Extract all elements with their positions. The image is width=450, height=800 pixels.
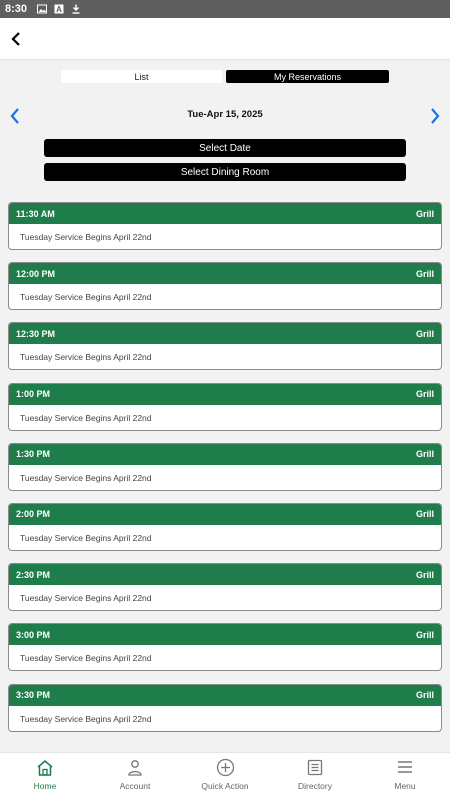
time-slot-header: 2:00 PM Grill <box>9 503 441 525</box>
directory-icon <box>307 759 323 775</box>
nav-account-label: Account <box>119 781 151 791</box>
slot-time: 2:00 PM <box>16 509 51 520</box>
slot-note-text: Tuesday Service Begins April 22nd <box>20 713 152 724</box>
nav-quick-action[interactable]: Quick Action <box>180 753 270 800</box>
slot-time: 12:00 PM <box>16 268 56 279</box>
date-navigation: Tue-Apr 15, 2025 <box>0 104 450 126</box>
nav-home-label: Home <box>33 781 57 791</box>
nav-menu-label: Menu <box>394 781 416 791</box>
a-icon: A <box>54 4 64 14</box>
back-button[interactable] <box>6 28 26 50</box>
nav-home[interactable]: Home <box>0 753 90 800</box>
slot-note: Tuesday Service Begins April 22nd <box>9 284 441 309</box>
slot-note: Tuesday Service Begins April 22nd <box>9 525 441 550</box>
status-bar: 8:30 A <box>0 0 450 18</box>
time-slot-header: 3:00 PM Grill <box>9 624 441 646</box>
slot-time: 3:30 PM <box>16 690 51 700</box>
slot-time: 11:30 AM <box>16 208 55 219</box>
slot-time: 2:30 PM <box>16 569 51 580</box>
nav-menu[interactable]: Menu <box>360 753 450 800</box>
slot-note: Tuesday Service Begins April 22nd <box>9 224 441 249</box>
slot-note: Tuesday Service Begins April 22nd <box>9 405 441 430</box>
view-tabs: List My Reservations <box>61 70 389 83</box>
slot-note-text: Tuesday Service Begins April 22nd <box>20 292 152 303</box>
slot-dining-room: Grill <box>415 449 434 460</box>
slot-note: Tuesday Service Begins April 22nd <box>9 585 441 610</box>
slot-dining-room: Grill <box>415 208 434 219</box>
time-slot-header: 12:30 PM Grill <box>9 323 441 345</box>
chevron-right-icon <box>431 108 440 124</box>
time-slot-header: 2:30 PM Grill <box>9 564 441 586</box>
home-icon <box>37 759 53 776</box>
hamburger-menu-icon <box>398 761 412 773</box>
time-slot-card[interactable]: 12:00 PM Grill Tuesday Service Begins Ap… <box>8 262 442 311</box>
slot-note-text: Tuesday Service Begins April 22nd <box>20 232 152 242</box>
download-icon <box>72 4 80 14</box>
select-date-button[interactable]: Select Date <box>44 139 406 157</box>
tab-my-reservations[interactable]: My Reservations <box>226 70 389 83</box>
slot-note-text: Tuesday Service Begins April 22nd <box>20 532 152 543</box>
user-icon <box>128 759 142 776</box>
slot-note-text: Tuesday Service Begins April 22nd <box>20 472 152 483</box>
time-slot-card[interactable]: 1:30 PM Grill Tuesday Service Begins Apr… <box>8 442 442 491</box>
bottom-navigation: Home Account Quick Action Directory Menu <box>0 752 450 800</box>
slot-note: Tuesday Service Begins April 22nd <box>9 645 441 670</box>
app-header <box>0 18 450 60</box>
status-time: 8:30 <box>5 3 28 15</box>
slot-dining-room: Grill <box>415 690 434 700</box>
time-slot-header: 1:30 PM Grill <box>9 443 441 465</box>
slot-dining-room: Grill <box>415 389 434 400</box>
slot-time: 1:30 PM <box>16 449 51 460</box>
nav-directory-label: Directory <box>297 781 332 791</box>
slot-dining-room: Grill <box>415 509 434 520</box>
slot-note-text: Tuesday Service Begins April 22nd <box>20 352 152 363</box>
time-slot-card[interactable]: 12:30 PM Grill Tuesday Service Begins Ap… <box>8 322 442 371</box>
tab-list[interactable]: List <box>61 70 222 83</box>
current-date: Tue-Apr 15, 2025 <box>187 109 263 120</box>
time-slot-card[interactable]: 1:00 PM Grill Tuesday Service Begins Apr… <box>8 382 442 431</box>
time-slot-list: 11:30 AM Grill Tuesday Service Begins Ap… <box>8 202 442 744</box>
svg-text:A: A <box>56 5 62 14</box>
time-slot-header: 11:30 AM Grill <box>9 203 441 224</box>
slot-note: Tuesday Service Begins April 22nd <box>9 465 441 490</box>
chevron-left-icon <box>11 32 20 46</box>
slot-dining-room: Grill <box>415 569 434 580</box>
time-slot-card[interactable]: 3:00 PM Grill Tuesday Service Begins Apr… <box>8 623 442 672</box>
slot-time: 1:00 PM <box>16 389 51 400</box>
nav-account[interactable]: Account <box>90 753 180 800</box>
time-slot-header: 3:30 PM Grill <box>9 684 441 706</box>
slot-time: 12:30 PM <box>16 328 56 339</box>
slot-note-text: Tuesday Service Begins April 22nd <box>20 653 152 664</box>
slot-note: Tuesday Service Begins April 22nd <box>9 344 441 369</box>
slot-dining-room: Grill <box>415 268 434 279</box>
time-slot-card[interactable]: 3:30 PM Grill Tuesday Service Begins Apr… <box>8 683 442 732</box>
time-slot-card[interactable]: 2:30 PM Grill Tuesday Service Begins Apr… <box>8 563 442 612</box>
plus-circle-icon <box>216 758 234 776</box>
slot-dining-room: Grill <box>415 328 434 339</box>
slot-time: 3:00 PM <box>16 629 51 640</box>
select-dining-room-button[interactable]: Select Dining Room <box>44 163 406 181</box>
slot-note-text: Tuesday Service Begins April 22nd <box>20 593 152 604</box>
nav-directory[interactable]: Directory <box>270 753 360 800</box>
time-slot-card[interactable]: 2:00 PM Grill Tuesday Service Begins Apr… <box>8 502 442 551</box>
time-slot-card[interactable]: 11:30 AM Grill Tuesday Service Begins Ap… <box>8 202 442 250</box>
time-slot-header: 12:00 PM Grill <box>9 263 441 285</box>
nav-quick-action-label: Quick Action <box>201 781 249 791</box>
slot-note-text: Tuesday Service Begins April 22nd <box>20 412 152 423</box>
slot-note: Tuesday Service Begins April 22nd <box>9 706 441 731</box>
time-slot-header: 1:00 PM Grill <box>9 383 441 405</box>
slot-dining-room: Grill <box>415 629 434 640</box>
next-day-button[interactable] <box>426 106 444 126</box>
image-icon <box>37 4 48 14</box>
